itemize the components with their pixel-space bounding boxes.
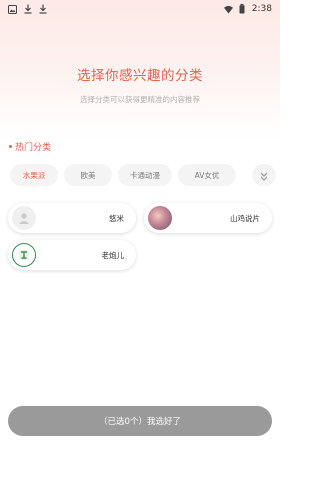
confirm-button[interactable]: （已选0个）我选好了 xyxy=(8,406,272,436)
category-card[interactable]: 悠米 xyxy=(8,203,136,233)
page-subtitle: 选择分类可以获得更精准的内容推荐 xyxy=(80,95,200,104)
brand-logo-icon xyxy=(12,243,36,267)
user-placeholder-icon xyxy=(12,206,36,230)
avatar-photo xyxy=(148,206,172,230)
category-card-label: 老炮儿 xyxy=(101,250,125,260)
download-icon xyxy=(23,4,32,14)
category-chip[interactable]: 水果派 xyxy=(10,164,58,186)
category-chip-label: 欧美 xyxy=(80,170,96,180)
category-card[interactable]: 老炮儿 xyxy=(8,240,136,270)
category-chip[interactable]: 欧美 xyxy=(64,164,112,186)
download-icon xyxy=(38,4,47,14)
battery-icon xyxy=(238,4,247,14)
image-icon xyxy=(8,4,17,14)
category-chip-label: 水果派 xyxy=(22,170,46,180)
category-card[interactable]: 山鸡说片 xyxy=(144,203,272,233)
page-title: 选择你感兴趣的分类 xyxy=(77,68,203,84)
status-time: 2:38 xyxy=(251,4,272,14)
hot-categories-heading: 热门分类 xyxy=(9,140,51,153)
status-bar: 2:38 xyxy=(0,0,280,18)
category-chip-label: AV女优 xyxy=(194,170,220,180)
category-chip-row: 水果派 欧美 卡通动漫 AV女优 xyxy=(10,164,276,186)
chevron-double-down-icon xyxy=(260,166,268,185)
hot-categories-label: 热门分类 xyxy=(15,143,52,153)
category-card-label: 悠米 xyxy=(109,213,124,223)
status-right: 2:38 xyxy=(223,4,272,14)
category-chip[interactable]: AV女优 xyxy=(178,164,236,186)
wifi-icon xyxy=(223,4,233,14)
bullet-dot xyxy=(9,145,12,148)
category-chip-label: 卡通动漫 xyxy=(130,170,160,180)
category-card-label: 山鸡说片 xyxy=(230,213,260,223)
expand-categories-button[interactable] xyxy=(252,164,276,186)
status-left xyxy=(8,4,47,14)
category-chip[interactable]: 卡通动漫 xyxy=(118,164,172,186)
